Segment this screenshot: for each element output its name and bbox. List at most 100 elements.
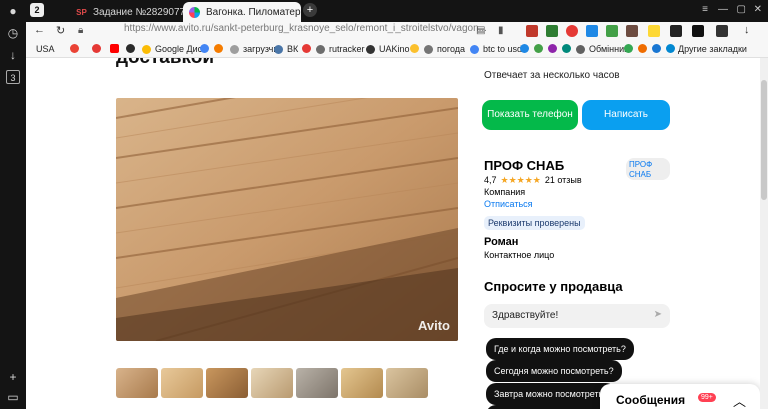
minimize-icon[interactable]: — <box>718 4 728 15</box>
reload-icon[interactable]: ↻ <box>56 24 65 37</box>
bookmark-icon-only[interactable] <box>214 44 227 53</box>
profile-icon[interactable]: ● <box>6 4 20 18</box>
extension-icon[interactable] <box>606 25 618 37</box>
downloads-icon[interactable]: ↓ <box>6 48 20 62</box>
bookmark-other[interactable]: Другие закладки <box>678 44 747 54</box>
tabs-count-icon[interactable]: 3 <box>6 70 20 84</box>
extension-icon[interactable] <box>566 25 578 37</box>
new-tab-button[interactable]: + <box>303 3 317 17</box>
extension-icon[interactable] <box>546 25 558 37</box>
close-window-icon[interactable]: ✕ <box>754 4 762 15</box>
bookmark-icon-only[interactable] <box>126 44 139 53</box>
extension-icon[interactable] <box>716 25 728 37</box>
thumbnail[interactable] <box>296 368 338 398</box>
maximize-icon[interactable]: ▢ <box>737 4 746 15</box>
wood-planks-image <box>116 98 458 341</box>
reader-icon[interactable]: ▤ <box>476 25 485 36</box>
lock-icon[interactable]: 🔒︎ <box>78 25 83 36</box>
chevron-up-icon[interactable]: ︿ <box>733 391 746 409</box>
app-icon <box>410 44 419 53</box>
menu-icon[interactable]: ≡ <box>702 4 708 15</box>
reviews-count: 21 отзыв <box>544 175 582 185</box>
messages-widget[interactable]: Сообщения 99+ ︿ <box>600 384 760 409</box>
tab-bar: 2 SP Задание №2829077 - про Вагонка. Пил… <box>26 0 768 22</box>
bookmark-icon-only[interactable] <box>534 44 547 53</box>
bookmark-weather[interactable]: погода <box>424 44 465 54</box>
bookmark-label: USA <box>36 44 55 54</box>
bookmark-icon-only[interactable] <box>520 44 533 53</box>
page-content: доставкой <box>26 58 760 409</box>
extension-icon[interactable] <box>586 25 598 37</box>
bookmark-exchanger[interactable]: Обмінник <box>576 44 628 54</box>
bookmark-icon-only[interactable] <box>562 44 575 53</box>
bookmark-label: Другие закладки <box>678 44 747 54</box>
listing-photo[interactable]: Avito <box>116 98 458 341</box>
messages-label: Сообщения <box>616 393 686 407</box>
tab-task[interactable]: SP Задание №2829077 - про <box>70 2 190 22</box>
weather-icon <box>424 44 433 54</box>
seller-logo[interactable]: ПРОФ СНАБ <box>626 158 670 180</box>
bookmark-icon-only[interactable] <box>200 44 213 53</box>
downloads-icon[interactable]: ↓ <box>744 24 750 36</box>
extension-icon[interactable] <box>626 25 638 37</box>
bookmark-usa[interactable]: USA <box>36 44 55 54</box>
app-icon <box>638 44 647 53</box>
add-panel-icon[interactable]: + <box>6 370 20 384</box>
unsubscribe-link[interactable]: Отписаться <box>484 199 533 209</box>
bookmark-vk[interactable]: ВК <box>274 44 298 54</box>
bookmark-icon-only[interactable] <box>638 44 651 53</box>
quick-question-button[interactable]: Где и когда можно посмотреть? <box>486 338 634 360</box>
thumbnail[interactable] <box>386 368 428 398</box>
panel-toggle-icon[interactable]: ▭ <box>6 390 20 404</box>
send-icon[interactable]: ➤ <box>654 309 662 320</box>
history-icon[interactable]: ◷ <box>6 26 20 40</box>
tab-count-icon[interactable]: 2 <box>30 3 44 17</box>
seller-rating[interactable]: 4,7 ★★★★★ 21 отзыв <box>484 175 582 186</box>
message-input[interactable]: Здравствуйте! ➤ <box>484 304 670 328</box>
bookmark-icon-only[interactable] <box>70 44 83 53</box>
address-bar[interactable]: https://www.avito.ru/sankt-peterburg_kra… <box>124 23 487 34</box>
thumbnail[interactable] <box>161 368 203 398</box>
bookmark-icon[interactable]: ▮ <box>498 25 504 36</box>
rutracker-icon <box>316 44 325 54</box>
message-input-value: Здравствуйте! <box>492 310 559 321</box>
avito-watermark: Avito <box>417 318 450 333</box>
bookmark-icon-only[interactable] <box>410 44 423 53</box>
bookmark-icon-only[interactable] <box>548 44 561 53</box>
app-icon <box>214 44 223 53</box>
bookmark-icon-only[interactable] <box>652 44 665 53</box>
scrollbar-thumb[interactable] <box>761 80 767 200</box>
extension-icon[interactable] <box>670 25 682 37</box>
page-scrollbar[interactable] <box>760 58 768 409</box>
extension-icon[interactable] <box>526 25 538 37</box>
folder-icon <box>576 44 585 54</box>
app-icon <box>666 44 675 53</box>
star-icon: ★★★★★ <box>500 175 541 185</box>
folder-icon <box>230 44 239 54</box>
bookmark-rutracker[interactable]: rutracker <box>316 44 365 54</box>
thumbnail[interactable] <box>251 368 293 398</box>
thumbnail[interactable] <box>116 368 158 398</box>
extension-icon[interactable] <box>692 25 704 37</box>
bookmark-icon-only[interactable] <box>110 44 123 53</box>
thumbnail[interactable] <box>206 368 248 398</box>
quick-question-button[interactable]: Сегодня можно посмотреть? <box>486 360 622 382</box>
extension-icon[interactable] <box>648 25 660 37</box>
verified-badge: Реквизиты проверены <box>484 215 585 230</box>
google-icon <box>470 44 479 54</box>
bookmark-icon-only[interactable] <box>624 44 637 53</box>
bookmark-google-drive[interactable]: Google Диск <box>142 44 206 54</box>
thumbnail[interactable] <box>341 368 383 398</box>
bookmark-icon-only[interactable] <box>92 44 105 53</box>
bookmark-btc[interactable]: btc to usd <box>470 44 522 54</box>
quick-question-button[interactable]: Завтра можно посмотреть? <box>486 383 617 405</box>
app-icon <box>520 44 529 53</box>
write-button[interactable]: Написать <box>582 100 670 130</box>
show-phone-button[interactable]: Показать телефон <box>482 100 578 130</box>
back-icon[interactable]: ← <box>34 24 45 36</box>
youtube-icon <box>110 44 119 53</box>
bookmark-uakino[interactable]: UAKino <box>366 44 410 54</box>
bookmark-icon-only[interactable] <box>302 44 315 53</box>
tab-avito[interactable]: Вагонка. Пиломатериал ✕ <box>183 2 301 22</box>
seller-name[interactable]: ПРОФ СНАБ <box>484 158 564 173</box>
